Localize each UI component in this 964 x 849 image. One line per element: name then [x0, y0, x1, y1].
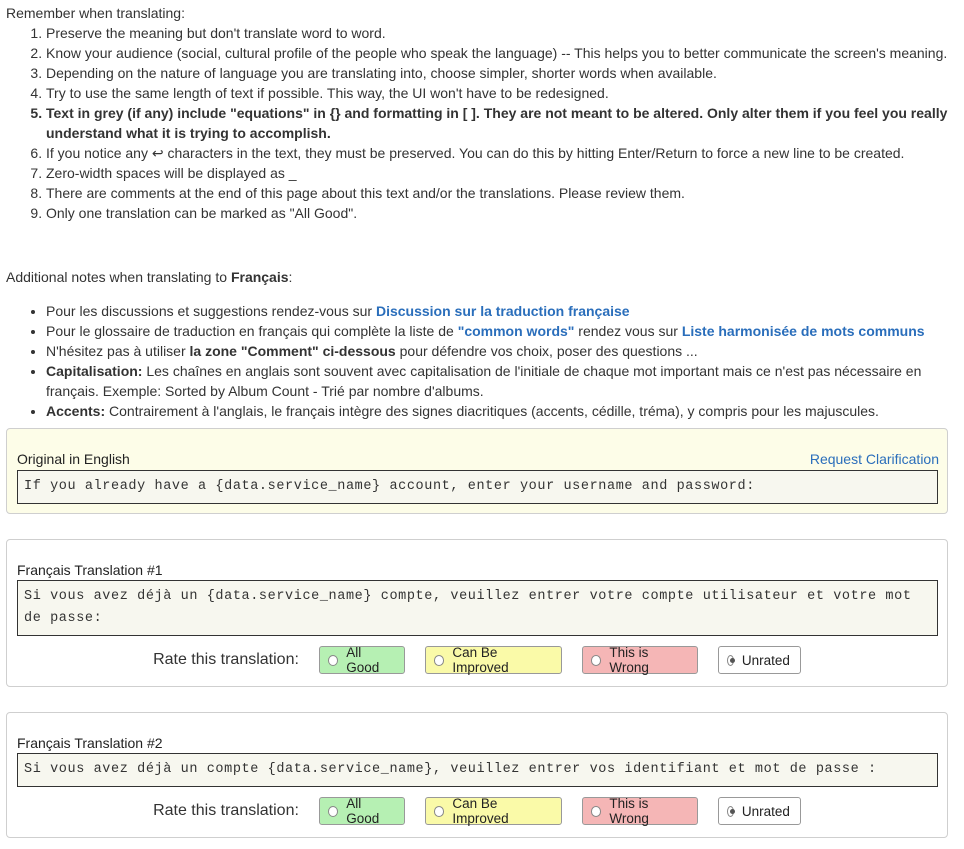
rate-can-be-improved-button[interactable]: Can Be Improved — [424, 645, 562, 675]
guideline-item: Know your audience (social, cultural pro… — [46, 43, 956, 63]
rate-can-be-improved-button[interactable]: Can Be Improved — [424, 796, 562, 826]
rate-this-is-wrong-button[interactable]: This is Wrong — [581, 796, 698, 826]
guideline-item: Only one translation can be marked as "A… — [46, 203, 956, 223]
radio-checked-icon — [726, 805, 735, 817]
translation-text: Si vous avez déjà un compte {data.servic… — [17, 753, 938, 787]
original-panel: Original in English Request Clarificatio… — [6, 428, 948, 514]
translation-panel-2: Français Translation #2 Si vous avez déj… — [6, 712, 948, 838]
notes-list: Pour les discussions et suggestions rend… — [6, 301, 956, 421]
rate-all-good-button[interactable]: All Good — [318, 645, 405, 675]
note-item: N'hésitez pas à utiliser la zone "Commen… — [46, 341, 956, 361]
notes-heading: Additional notes when translating to Fra… — [6, 269, 293, 285]
guideline-item: Zero-width spaces will be displayed as _ — [46, 163, 956, 183]
rating-bar: Rate this translation: All Good Can Be I… — [7, 796, 947, 826]
radio-icon — [590, 805, 602, 817]
rate-unrated-button[interactable]: Unrated — [717, 646, 801, 674]
rating-prompt: Rate this translation: — [153, 802, 299, 819]
request-clarification-link[interactable]: Request Clarification — [810, 451, 939, 467]
radio-checked-icon — [726, 654, 735, 666]
guideline-item: There are comments at the end of this pa… — [46, 183, 956, 203]
guidelines-heading: Remember when translating: — [6, 5, 185, 21]
note-item: Pour les discussions et suggestions rend… — [46, 301, 956, 321]
rate-unrated-button[interactable]: Unrated — [717, 797, 801, 825]
translation-label: Français Translation #1 — [17, 562, 163, 578]
note-item: Capitalisation: Les chaînes en anglais s… — [46, 361, 956, 401]
note-item: Accents: Contrairement à l'anglais, le f… — [46, 401, 956, 421]
translation-text: Si vous avez déjà un {data.service_name}… — [17, 580, 938, 636]
translation-label: Français Translation #2 — [17, 735, 163, 751]
rating-bar: Rate this translation: All Good Can Be I… — [7, 645, 947, 675]
radio-icon — [433, 654, 445, 666]
guideline-item: Try to use the same length of text if po… — [46, 83, 956, 103]
translation-guidelines: Remember when translating: Preserve the … — [6, 3, 956, 223]
guideline-item: Text in grey (if any) include "equations… — [46, 103, 956, 143]
common-words-link[interactable]: "common words" — [458, 323, 575, 339]
discussion-link[interactable]: Discussion sur la traduction française — [376, 303, 630, 319]
radio-icon — [433, 805, 445, 817]
original-text: If you already have a {data.service_name… — [17, 470, 938, 504]
guideline-item: If you notice any ↩ characters in the te… — [46, 143, 956, 163]
original-label: Original in English — [17, 451, 130, 467]
glossary-link[interactable]: Liste harmonisée de mots communs — [682, 323, 925, 339]
language-notes: Additional notes when translating to Fra… — [6, 253, 956, 421]
translation-panel-1: Français Translation #1 Si vous avez déj… — [6, 539, 948, 687]
rating-prompt: Rate this translation: — [153, 651, 299, 668]
radio-icon — [327, 654, 339, 666]
note-item: Pour le glossaire de traduction en franç… — [46, 321, 956, 341]
radio-icon — [327, 805, 339, 817]
guideline-item: Depending on the nature of language you … — [46, 63, 956, 83]
rate-this-is-wrong-button[interactable]: This is Wrong — [581, 645, 698, 675]
radio-icon — [590, 654, 602, 666]
guidelines-list: Preserve the meaning but don't translate… — [6, 23, 956, 223]
rate-all-good-button[interactable]: All Good — [318, 796, 405, 826]
notes-language: Français — [230, 269, 289, 285]
guideline-item: Preserve the meaning but don't translate… — [46, 23, 956, 43]
